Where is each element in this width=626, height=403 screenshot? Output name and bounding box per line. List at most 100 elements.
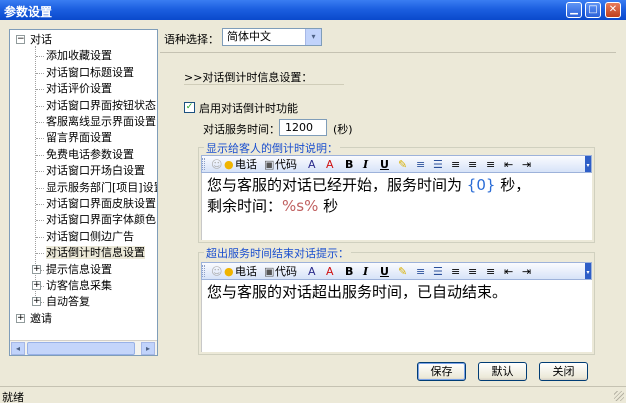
phone-button[interactable]: 电话 bbox=[235, 264, 257, 279]
indent-icon[interactable]: ⇥ bbox=[522, 264, 531, 279]
phone-icon[interactable]: ● bbox=[224, 264, 234, 279]
close-button[interactable]: 关闭 bbox=[539, 362, 588, 381]
smiley-icon[interactable]: ☺ bbox=[211, 264, 222, 279]
align-center-icon[interactable]: ≡ bbox=[468, 157, 477, 172]
tree-item-sibling[interactable]: 访客信息采集 bbox=[46, 278, 112, 294]
font-color-icon[interactable]: A bbox=[326, 264, 334, 279]
tree-item-child[interactable]: 客服离线显示界面设置 bbox=[46, 114, 156, 130]
tree-item-child[interactable]: 对话评价设置 bbox=[46, 81, 112, 97]
tree-item-child[interactable]: 添加收藏设置 bbox=[46, 48, 112, 64]
tree-item-child[interactable]: 对话窗口界面字体颜色 bbox=[46, 212, 156, 228]
ordered-list-icon[interactable]: ≡ bbox=[416, 264, 425, 279]
tree-item-sibling[interactable]: 提示信息设置 bbox=[46, 262, 112, 278]
tree-item-child[interactable]: 免费电话参数设置 bbox=[46, 147, 134, 163]
tree-item-label: 邀请 bbox=[30, 311, 52, 325]
highlight-icon[interactable]: ✎ bbox=[398, 264, 407, 279]
font-size-icon[interactable]: A bbox=[308, 157, 316, 172]
tree-item-label: 对话倒计时信息设置 bbox=[46, 246, 145, 260]
font-color-icon[interactable]: A bbox=[326, 157, 334, 172]
code-icon[interactable]: ▣ bbox=[264, 264, 274, 279]
tree-item-label: 自动答复 bbox=[46, 295, 90, 309]
section-divider bbox=[184, 84, 344, 85]
italic-button[interactable]: I bbox=[363, 157, 368, 172]
scroll-left-button[interactable]: ◂ bbox=[11, 342, 25, 355]
tree-item-child[interactable]: 对话窗口标题设置 bbox=[46, 65, 134, 81]
tree-item-sibling[interactable]: 自动答复 bbox=[46, 294, 90, 310]
enable-countdown-checkbox[interactable]: ✓ bbox=[184, 102, 195, 113]
tree-item-child[interactable]: 对话倒计时信息设置 bbox=[46, 245, 145, 261]
unordered-list-icon[interactable]: ☰ bbox=[433, 264, 443, 279]
language-value: 简体中文 bbox=[227, 30, 271, 43]
section-title: >>对话倒计时信息设置： bbox=[184, 71, 313, 84]
default-button[interactable]: 默认 bbox=[478, 362, 527, 381]
bold-button[interactable]: B bbox=[345, 264, 353, 279]
indent-icon[interactable]: ⇥ bbox=[522, 157, 531, 172]
tree-item-child[interactable]: 留言界面设置 bbox=[46, 130, 112, 146]
countdown-toolbar: ☺ ● 电话 ▣ 代码 A A B I U ✎ ≡ ☰ ≡ ≡ ≡ ⇤ ⇥ ▾ bbox=[201, 155, 592, 173]
timeout-text: 您与客服的对话超出服务时间，已自动结束。 bbox=[207, 283, 508, 301]
code-button[interactable]: 代码 bbox=[275, 157, 297, 172]
tree-item-child[interactable]: 对话窗口开场白设置 bbox=[46, 163, 145, 179]
underline-button[interactable]: U bbox=[380, 157, 389, 172]
tree-item-dialog[interactable]: 对话 bbox=[30, 32, 52, 48]
tree-item-invite[interactable]: 邀请 bbox=[30, 311, 52, 327]
tree-item-child[interactable]: 对话窗口界面皮肤设置 bbox=[46, 196, 156, 212]
window-title: 参数设置 bbox=[4, 5, 53, 19]
resize-grip[interactable] bbox=[614, 391, 624, 401]
tree-horizontal-scrollbar[interactable]: ◂ ▸ bbox=[10, 340, 157, 355]
timeout-editor[interactable]: 您与客服的对话超出服务时间，已自动结束。 bbox=[201, 280, 592, 352]
outdent-icon[interactable]: ⇤ bbox=[504, 264, 513, 279]
expand-icon[interactable]: + bbox=[32, 297, 41, 307]
collapse-icon[interactable]: − bbox=[16, 35, 25, 44]
settings-tree[interactable]: 对话 − 添加收藏设置对话窗口标题设置 对话评价设置对话窗口界面按钮状态 客服离线显示界… bbox=[9, 29, 158, 356]
close-window-button[interactable]: ✕ bbox=[605, 2, 621, 18]
tree-item-label: 对话窗口界面按钮状态 bbox=[46, 98, 156, 112]
countdown-legend: 显示给客人的倒计时说明： bbox=[204, 140, 340, 156]
chevron-down-icon[interactable]: ▾ bbox=[305, 29, 321, 45]
phone-icon[interactable]: ● bbox=[224, 157, 234, 172]
unordered-list-icon[interactable]: ☰ bbox=[433, 157, 443, 172]
expand-icon[interactable]: + bbox=[32, 264, 41, 274]
service-time-input[interactable]: 1200 bbox=[279, 119, 327, 136]
phone-button[interactable]: 电话 bbox=[235, 157, 257, 172]
minimize-button[interactable]: ▁ bbox=[566, 2, 582, 18]
gripper bbox=[202, 265, 205, 277]
tree-item-label: 访客信息采集 bbox=[46, 279, 112, 292]
code-icon[interactable]: ▣ bbox=[264, 157, 274, 172]
bold-button[interactable]: B bbox=[345, 157, 353, 172]
timeout-legend: 超出服务时间结束对话提示： bbox=[204, 245, 351, 261]
toolbar-options-icon[interactable]: ▾ bbox=[585, 156, 591, 172]
language-select[interactable]: 简体中文 ▾ bbox=[222, 28, 322, 46]
expand-icon[interactable]: + bbox=[32, 281, 41, 290]
scroll-thumb[interactable] bbox=[27, 342, 135, 355]
divider bbox=[160, 52, 616, 53]
tree-item-child[interactable]: 对话窗口界面按钮状态 bbox=[46, 98, 156, 114]
countdown-line1-suffix: 秒， bbox=[495, 176, 531, 194]
tree-item-label: 提示信息设置 bbox=[46, 262, 112, 276]
outdent-icon[interactable]: ⇤ bbox=[504, 157, 513, 172]
italic-button[interactable]: I bbox=[363, 264, 368, 279]
align-center-icon[interactable]: ≡ bbox=[468, 264, 477, 279]
tree-item-label: 对话评价设置 bbox=[46, 82, 112, 96]
countdown-editor[interactable]: 您与客服的对话已经开始，服务时间为 {0} 秒， 剩余时间：%s% 秒 bbox=[201, 173, 592, 240]
underline-button[interactable]: U bbox=[380, 264, 389, 279]
align-right-icon[interactable]: ≡ bbox=[486, 157, 495, 172]
status-text: 就绪 bbox=[2, 391, 24, 403]
highlight-icon[interactable]: ✎ bbox=[398, 157, 407, 172]
align-left-icon[interactable]: ≡ bbox=[451, 157, 460, 172]
align-right-icon[interactable]: ≡ bbox=[486, 264, 495, 279]
maximize-button[interactable]: □ bbox=[585, 2, 601, 18]
code-button[interactable]: 代码 bbox=[275, 264, 297, 279]
enable-countdown-label[interactable]: 启用对话倒计时功能 bbox=[199, 100, 298, 116]
ordered-list-icon[interactable]: ≡ bbox=[416, 157, 425, 172]
tree-item-label: 添加收藏设置 bbox=[46, 49, 112, 63]
save-button[interactable]: 保存 bbox=[417, 362, 466, 381]
tree-item-child[interactable]: 显示服务部门[项目]设置 bbox=[46, 180, 157, 196]
tree-item-child[interactable]: 对话窗口侧边广告 bbox=[46, 229, 134, 245]
scroll-right-button[interactable]: ▸ bbox=[141, 342, 155, 355]
align-left-icon[interactable]: ≡ bbox=[451, 264, 460, 279]
toolbar-options-icon[interactable]: ▾ bbox=[585, 263, 591, 279]
font-size-icon[interactable]: A bbox=[308, 264, 316, 279]
expand-icon[interactable]: + bbox=[16, 313, 25, 323]
smiley-icon[interactable]: ☺ bbox=[211, 157, 222, 172]
